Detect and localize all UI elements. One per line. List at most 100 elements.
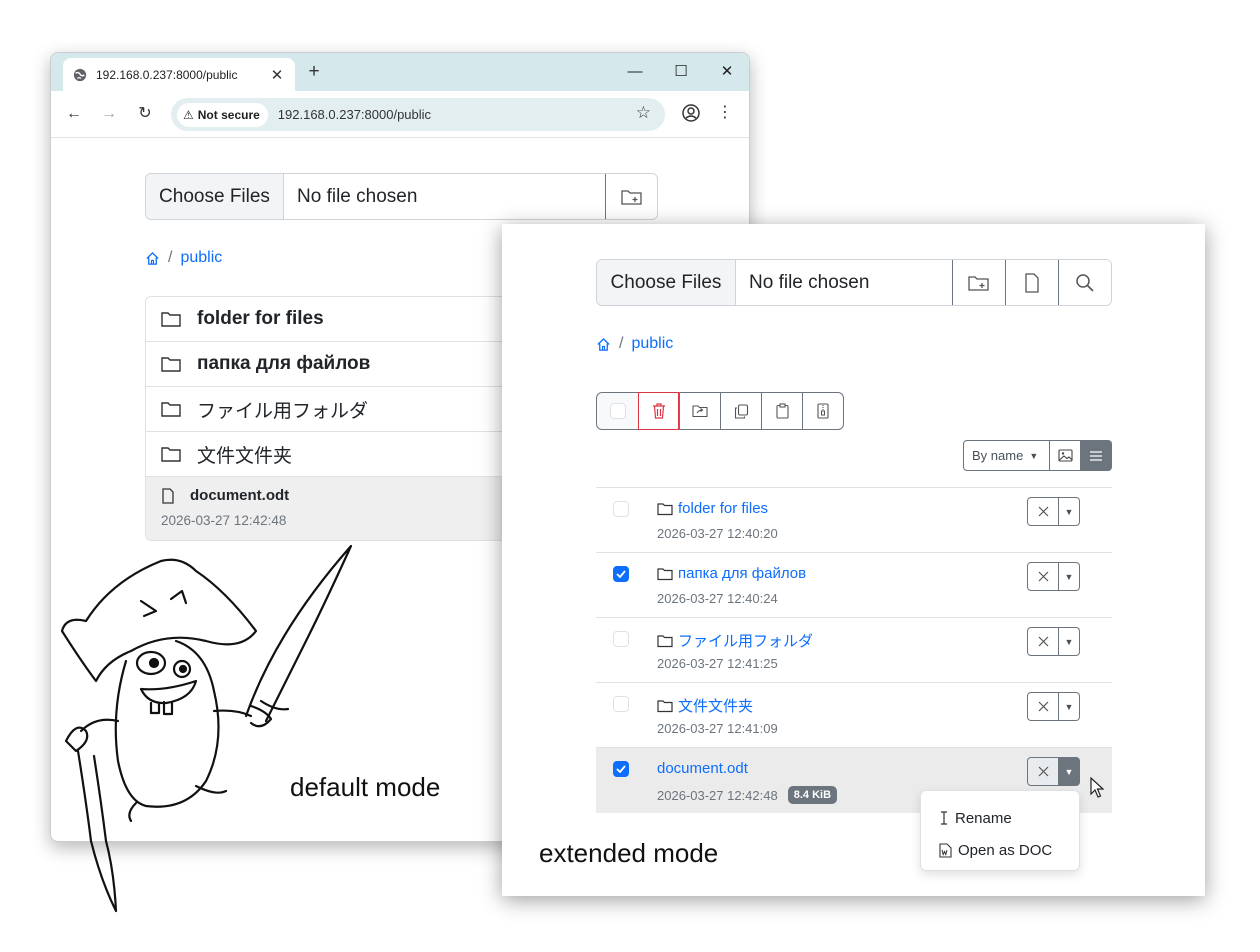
delete-item-button[interactable] bbox=[1027, 692, 1059, 721]
item-name-link[interactable]: папка для файлов bbox=[678, 565, 806, 582]
window-close-icon[interactable]: ✕ bbox=[715, 61, 739, 83]
address-bar[interactable]: ⚠ Not secure 192.168.0.237:8000/public ☆ bbox=[171, 98, 665, 131]
minimize-icon[interactable]: — bbox=[623, 61, 647, 83]
table-row[interactable]: folder for files 2026-03-27 12:40:20 ▼ bbox=[596, 488, 1112, 553]
item-menu-toggle[interactable]: ▼ bbox=[1059, 757, 1080, 786]
reload-icon[interactable]: ↻ bbox=[134, 103, 156, 125]
copy-button[interactable] bbox=[720, 393, 761, 429]
item-name-link[interactable]: folder for files bbox=[678, 500, 768, 517]
security-label: Not secure bbox=[197, 107, 260, 122]
url-text: 192.168.0.237:8000/public bbox=[277, 107, 432, 122]
home-icon[interactable] bbox=[596, 337, 611, 352]
extended-file-list: folder for files 2026-03-27 12:40:20 ▼ п… bbox=[596, 487, 1112, 813]
item-date: 2026-03-27 12:40:20 bbox=[657, 526, 778, 541]
paste-button[interactable] bbox=[761, 393, 802, 429]
caret-down-icon: ▼ bbox=[1029, 450, 1039, 461]
select-all-checkbox-wrap[interactable] bbox=[597, 393, 638, 429]
no-file-text: No file chosen bbox=[749, 271, 870, 293]
delete-item-button[interactable] bbox=[1027, 562, 1059, 591]
row-checkbox[interactable] bbox=[613, 501, 629, 517]
view-gallery-button[interactable] bbox=[1050, 440, 1081, 471]
item-date: 2026-03-27 12:41:25 bbox=[657, 656, 778, 671]
home-icon[interactable] bbox=[145, 251, 160, 266]
maximize-icon[interactable]: ☐ bbox=[669, 61, 693, 83]
nav-bar: ← → ↻ ⚠ Not secure 192.168.0.237:8000/pu… bbox=[51, 91, 749, 138]
warning-icon: ⚠ bbox=[183, 107, 194, 122]
close-icon bbox=[1038, 636, 1048, 647]
view-list-button[interactable] bbox=[1081, 440, 1112, 471]
menu-label: Open as DOC bbox=[958, 841, 1053, 859]
move-button[interactable] bbox=[679, 393, 720, 429]
check-icon bbox=[616, 570, 626, 578]
tab-bar: 192.168.0.237:8000/public ✕ + — ☐ ✕ bbox=[51, 53, 749, 91]
file-date: 2026-03-27 12:42:48 bbox=[161, 513, 287, 528]
word-doc-icon bbox=[939, 842, 952, 858]
close-icon bbox=[1038, 701, 1048, 712]
item-name-link[interactable]: 文件文件夹 bbox=[678, 695, 753, 716]
table-row[interactable]: 文件文件夹 2026-03-27 12:41:09 ▼ bbox=[596, 683, 1112, 748]
item-date: 2026-03-27 12:42:48 bbox=[657, 787, 778, 803]
forward-icon[interactable]: → bbox=[98, 103, 120, 125]
close-icon bbox=[1038, 506, 1048, 517]
item-name-link[interactable]: ファイル用フォルダ bbox=[678, 630, 813, 651]
folder-icon bbox=[161, 402, 181, 417]
new-file-button[interactable] bbox=[1005, 260, 1058, 305]
item-menu-toggle[interactable]: ▼ bbox=[1059, 562, 1080, 591]
clipboard-icon bbox=[775, 403, 789, 419]
item-menu-toggle[interactable]: ▼ bbox=[1059, 627, 1080, 656]
item-menu-toggle[interactable]: ▼ bbox=[1059, 692, 1080, 721]
new-tab-icon[interactable]: + bbox=[303, 61, 325, 83]
copy-icon bbox=[734, 403, 748, 419]
folder-name: folder for files bbox=[197, 308, 324, 329]
image-icon bbox=[1057, 449, 1073, 462]
delete-item-button[interactable] bbox=[1027, 757, 1059, 786]
sort-select[interactable]: By name ▼ bbox=[963, 440, 1050, 471]
choose-files-button[interactable]: Choose Files bbox=[146, 174, 284, 219]
item-dropdown-menu: Rename Open as DOC bbox=[920, 790, 1080, 871]
breadcrumb-public[interactable]: public bbox=[180, 249, 222, 267]
item-menu-toggle[interactable]: ▼ bbox=[1059, 497, 1080, 526]
select-all-checkbox[interactable] bbox=[609, 403, 626, 419]
folder-icon bbox=[657, 502, 673, 515]
breadcrumb: / public bbox=[596, 335, 673, 353]
new-folder-button[interactable] bbox=[952, 260, 1005, 305]
extended-mode-caption: extended mode bbox=[539, 838, 719, 868]
row-checkbox[interactable] bbox=[613, 631, 629, 647]
row-checkbox[interactable] bbox=[613, 566, 629, 582]
tab-close-icon[interactable]: ✕ bbox=[269, 66, 285, 84]
row-checkbox[interactable] bbox=[613, 696, 629, 712]
table-row[interactable]: папка для файлов 2026-03-27 12:40:24 ▼ bbox=[596, 553, 1112, 618]
item-date: 2026-03-27 12:41:09 bbox=[657, 721, 778, 736]
table-row[interactable]: ファイル用フォルダ 2026-03-27 12:41:25 ▼ bbox=[596, 618, 1112, 683]
menu-label: Rename bbox=[955, 809, 1012, 827]
security-chip[interactable]: ⚠ Not secure bbox=[177, 102, 268, 127]
breadcrumb-public[interactable]: public bbox=[631, 335, 673, 353]
folder-plus-icon bbox=[968, 275, 989, 291]
breadcrumb-separator: / bbox=[619, 335, 624, 352]
profile-icon[interactable] bbox=[681, 103, 701, 123]
archive-button[interactable] bbox=[802, 393, 843, 429]
search-button[interactable] bbox=[1058, 260, 1111, 305]
item-name-link[interactable]: document.odt bbox=[657, 760, 748, 777]
menu-item-rename[interactable]: Rename bbox=[921, 802, 1079, 834]
folder-name: ファイル用フォルダ bbox=[197, 400, 369, 422]
choose-files-button[interactable]: Choose Files bbox=[597, 260, 736, 305]
close-icon bbox=[1038, 766, 1048, 777]
folder-icon bbox=[657, 567, 673, 580]
delete-item-button[interactable] bbox=[1027, 497, 1059, 526]
folder-move-icon bbox=[692, 405, 708, 418]
browser-tab[interactable]: 192.168.0.237:8000/public ✕ bbox=[63, 58, 295, 91]
menu-item-open-as-doc[interactable]: Open as DOC bbox=[921, 834, 1079, 866]
menu-kebab-icon[interactable]: ⋮ bbox=[715, 102, 735, 122]
trash-icon bbox=[652, 403, 665, 419]
folder-icon bbox=[657, 699, 673, 712]
folder-icon bbox=[657, 634, 673, 647]
row-checkbox[interactable] bbox=[613, 761, 629, 777]
file-icon bbox=[1025, 272, 1039, 293]
bookmark-star-icon[interactable]: ☆ bbox=[636, 103, 651, 123]
back-icon[interactable]: ← bbox=[63, 103, 85, 125]
new-folder-button[interactable] bbox=[605, 174, 657, 219]
delete-button[interactable] bbox=[638, 392, 679, 430]
delete-item-button[interactable] bbox=[1027, 627, 1059, 656]
file-size-badge: 8.4 KiB bbox=[787, 786, 838, 804]
